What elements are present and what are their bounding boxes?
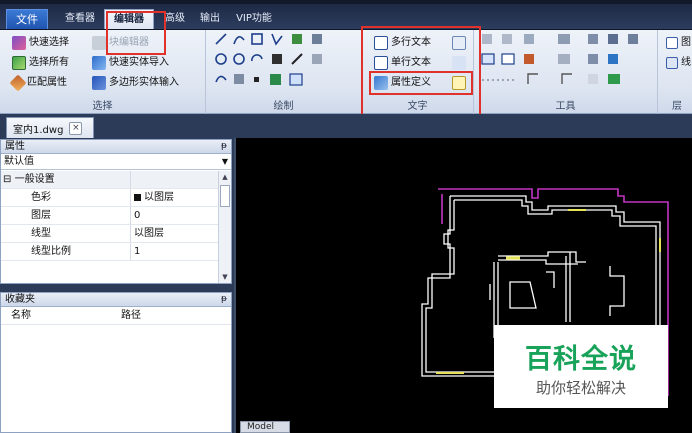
group-text: 多行文本 单行文本 属性定义 文字 <box>362 30 474 114</box>
property-key: 线型比例 <box>1 243 131 260</box>
tab-file[interactable]: 文件 <box>6 9 48 29</box>
entity-type-combo[interactable]: 默认值 ▼ <box>1 154 231 170</box>
match-properties-button[interactable]: 匹配属性 <box>9 74 67 92</box>
group-partial-right: 图 线 层 <box>658 30 692 114</box>
polygon-entity-icon <box>92 76 106 90</box>
tools-icons <box>481 34 638 84</box>
column-path[interactable]: 路径 <box>111 307 141 324</box>
property-value: 以图层 <box>134 228 164 239</box>
table-row[interactable]: 线型 以图层 <box>1 225 219 243</box>
property-category-row[interactable]: ⊟ 一般设置 <box>1 171 219 189</box>
app-window: 文件 查看器 编辑器 高级 输出 VIP功能 快速选择 选择所有 匹配属性 块编… <box>0 0 692 433</box>
group-tools: 工具 <box>474 30 658 114</box>
layer-icon <box>666 37 678 49</box>
favorites-columns: 名称 路径 <box>1 307 231 325</box>
table-row[interactable]: 图层 0 <box>1 207 219 225</box>
multiline-text-icon <box>374 36 388 50</box>
favorites-panel: 收藏夹 ᵽ 名称 路径 <box>0 292 232 433</box>
property-table: ⊟ 一般设置 色彩 以图层 图层 0 线型 以图层 线型比例 1 <box>1 171 219 261</box>
property-value: 以图层 <box>144 192 174 203</box>
ribbon-tab-bar: 文件 查看器 编辑器 高级 输出 VIP功能 <box>0 0 692 30</box>
watermark: 百科全说 助你轻松解决 <box>494 325 668 408</box>
group-draw-label: 绘制 <box>273 101 294 112</box>
table-row[interactable]: 线型比例 1 <box>1 243 219 261</box>
polygon-entity-input-button[interactable]: 多边形实体输入 <box>92 74 179 92</box>
model-tab[interactable]: Model <box>240 421 290 433</box>
partial-right-item-1[interactable]: 图 <box>666 34 691 52</box>
block-editor-icon <box>92 36 106 50</box>
text-style-icon[interactable] <box>452 36 466 50</box>
group-select-label: 选择 <box>92 101 113 112</box>
pin-icon[interactable]: ᵽ <box>221 140 227 153</box>
partial-right-label: 层 <box>672 101 682 112</box>
group-tools-label: 工具 <box>555 101 576 112</box>
document-tab[interactable]: 室内1.dwg × <box>6 117 94 138</box>
tab-vip[interactable]: VIP功能 <box>230 9 278 29</box>
title-strip <box>0 0 692 4</box>
quick-entity-import-button[interactable]: 快速实体导入 <box>92 54 169 72</box>
quick-select-icon <box>12 36 26 50</box>
property-key: 色彩 <box>1 189 131 206</box>
properties-panel-header: 属性 ᵽ <box>1 140 231 154</box>
select-all-icon <box>12 56 26 70</box>
favorites-panel-header: 收藏夹 ᵽ <box>1 293 231 307</box>
tab-output[interactable]: 输出 <box>194 9 226 29</box>
property-value: 0 <box>134 210 141 221</box>
match-properties-icon <box>9 74 27 92</box>
single-line-text-icon <box>374 56 388 70</box>
properties-scrollbar[interactable]: ▲ ▼ <box>218 171 231 283</box>
category-toggle-icon[interactable]: ⊟ <box>3 174 11 185</box>
table-row[interactable]: 色彩 以图层 <box>1 189 219 207</box>
scroll-up-icon[interactable]: ▲ <box>219 171 231 183</box>
block-editor-button[interactable]: 块编辑器 <box>92 34 149 52</box>
quick-select-button[interactable]: 快速选择 <box>12 34 69 52</box>
tab-viewer[interactable]: 查看器 <box>58 9 102 29</box>
group-text-label: 文字 <box>407 101 428 112</box>
left-panel-area: 属性 ᵽ 默认值 ▼ ⊟ 一般设置 色彩 以图层 图层 0 线型 以图层 线型比… <box>0 138 232 433</box>
scroll-down-icon[interactable]: ▼ <box>219 271 231 283</box>
tab-editor[interactable]: 编辑器 <box>104 9 154 29</box>
tab-advanced[interactable]: 高级 <box>158 9 192 29</box>
property-value: 1 <box>134 246 141 257</box>
edit-text-icon[interactable] <box>452 76 466 90</box>
watermark-title: 百科全说 <box>525 344 637 375</box>
document-tab-name: 室内1.dwg <box>13 124 64 136</box>
ribbon: 快速选择 选择所有 匹配属性 块编辑器 快速实体导入 多边形实体输入 选择 绘制… <box>0 30 692 114</box>
watermark-subtitle: 助你轻松解决 <box>535 379 626 397</box>
close-icon[interactable]: × <box>69 121 83 135</box>
attribute-definition-icon <box>374 76 388 90</box>
favorites-panel-title: 收藏夹 <box>5 294 35 305</box>
single-line-text-button[interactable]: 单行文本 <box>374 54 431 72</box>
properties-panel: 属性 ᵽ 默认值 ▼ ⊟ 一般设置 色彩 以图层 图层 0 线型 以图层 线型比… <box>0 139 232 284</box>
multiline-text-button[interactable]: 多行文本 <box>374 34 431 52</box>
color-swatch-icon <box>134 194 141 201</box>
spell-check-icon[interactable] <box>452 56 466 70</box>
attribute-definition-button[interactable]: 属性定义 <box>374 74 431 92</box>
document-tab-strip: 室内1.dwg × <box>0 114 692 138</box>
entity-type-combo-value: 默认值 <box>4 156 34 167</box>
column-name[interactable]: 名称 <box>1 307 111 324</box>
chevron-down-icon: ▼ <box>221 157 228 166</box>
category-label: 一般设置 <box>14 174 55 185</box>
entity-import-icon <box>92 56 106 70</box>
draw-tools-icons <box>215 33 322 86</box>
partial-right-item-2[interactable]: 线 <box>666 54 691 72</box>
linetype-icon <box>666 57 678 69</box>
property-key: 线型 <box>1 225 131 242</box>
properties-panel-title: 属性 <box>5 141 25 152</box>
select-all-button[interactable]: 选择所有 <box>12 54 69 72</box>
group-draw: 绘制 <box>206 30 362 114</box>
pin-icon[interactable]: ᵽ <box>221 293 227 306</box>
property-key: 图层 <box>1 207 131 224</box>
scroll-thumb[interactable] <box>220 185 230 207</box>
group-select: 快速选择 选择所有 匹配属性 块编辑器 快速实体导入 多边形实体输入 选择 <box>0 30 206 114</box>
